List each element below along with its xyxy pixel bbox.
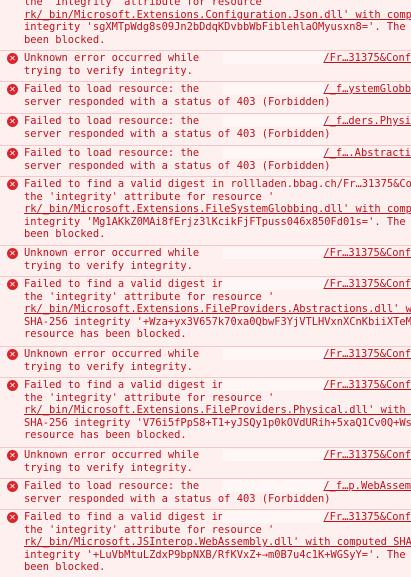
console-error-entry: ✕ Failed to find a valid digest in the 'in… (0, 276, 411, 346)
error-message-line: SHA-256 integrity 'V76i5fPpS8+T1+yJSQy1p… (24, 416, 411, 429)
error-message-line: SHA-256 integrity '+Wza+yx3V657k70xa0Qbw… (24, 315, 411, 328)
error-icon: ✕ (7, 116, 18, 127)
error-message-line: Failed to load resource: the (24, 83, 200, 95)
source-link[interactable]: /_f…ystemGlobb (323, 83, 411, 96)
console-error-entry: ✕ Failed to find a valid digest in the 'in… (0, 377, 411, 447)
redacted-area (222, 278, 326, 290)
console-error-entry: ✕ Failed to load resource: the server resp… (0, 113, 411, 145)
error-message-line: Failed to find a valid digest in (24, 379, 225, 391)
error-icon: ✕ (7, 53, 18, 64)
error-message-line: trying to verify integrity. (24, 64, 193, 77)
console-error-entry: ✕ Failed to load resource: the server resp… (0, 81, 411, 113)
error-message-line: trying to verify integrity. (24, 259, 193, 272)
error-message-line[interactable]: rk/_bin/Microsoft.Extensions.Configurati… (24, 9, 411, 22)
error-message-line: resource has been blocked. (24, 429, 187, 442)
error-message-line[interactable]: rk/_bin/Microsoft.Extensions.FileProvide… (24, 303, 411, 316)
error-message-line: server responded with a status of 403 (F… (24, 159, 331, 172)
source-link[interactable]: /Fr…31375&Conf (323, 449, 411, 462)
source-link[interactable]: /Fr…31375&Conf (323, 52, 411, 65)
error-icon: ✕ (7, 450, 18, 461)
error-message-line: server responded with a status of 403 (F… (24, 127, 331, 140)
console-error-entry: ✕ Failed to find a valid digest in the 'in… (0, 509, 411, 577)
redacted-area (222, 348, 326, 360)
error-icon: ✕ (7, 349, 18, 360)
error-message-line: resource has been blocked. (24, 328, 187, 341)
console-error-entry: ✕ Unknown error occurred while trying to v… (0, 50, 411, 81)
error-message-line: integrity 'sgXMTpWdg8s09Jn2bDdqKDvbbWbFi… (24, 21, 411, 34)
error-icon: ✕ (7, 84, 18, 95)
error-icon: ✕ (7, 248, 18, 259)
source-link[interactable]: /Fr…31375&Conf (323, 348, 411, 361)
console-error-entry: ✕ Failed to load resource: the server resp… (0, 478, 411, 509)
redacted-area (222, 480, 326, 492)
error-message-line: Failed to load resource: the (24, 480, 200, 492)
error-message-line: Failed to find a valid digest in rolllad… (24, 178, 411, 190)
source-link[interactable]: /Fr…31375&Conf (323, 247, 411, 260)
redacted-area (222, 379, 326, 391)
error-message-line: server responded with a status of 403 (F… (24, 95, 331, 108)
error-message-line: trying to verify integrity. (24, 461, 193, 474)
error-message-line: been blocked. (24, 33, 106, 46)
source-link[interactable]: /Fr…31375&Conf (323, 278, 411, 291)
error-icon: ✕ (7, 179, 18, 190)
error-message-line: trying to verify integrity. (24, 360, 193, 373)
source-link[interactable]: /_f….Abstracti (323, 147, 411, 160)
error-message-line: integrity '+LuVbMtuLZdxP9bpNXB/RfKVxZ+→m… (24, 548, 411, 561)
error-message-line: integrity 'Mg1AKkZ0MAi8fErjz3lKcikFjFTpu… (24, 215, 411, 228)
error-message-line: Failed to find a valid digest in (24, 511, 225, 523)
error-message-line: the 'integrity' attribute for resource ' (24, 523, 275, 536)
error-message-line[interactable]: rk/_bin/Microsoft.Extensions.FileSystemG… (24, 203, 411, 216)
console-panel: the 'integrity' attribute for resource rk… (0, 0, 411, 577)
redacted-area (222, 511, 326, 523)
console-error-entry: the 'integrity' attribute for resource rk… (0, 0, 411, 50)
redacted-area (222, 247, 326, 259)
error-message-line: the 'integrity' attribute for resource (24, 0, 262, 8)
error-icon: ✕ (7, 148, 18, 159)
error-message-line[interactable]: rk/_bin/Microsoft.JSInterop.WebAssembly.… (24, 536, 411, 549)
error-message-line: been blocked. (24, 561, 106, 574)
redacted-area (222, 449, 326, 461)
source-link[interactable]: /Fr…31375&Conf (323, 379, 411, 392)
error-message-line: Failed to load resource: the (24, 147, 200, 159)
error-icon: ✕ (7, 380, 18, 391)
error-message-line: Failed to find a valid digest in (24, 278, 225, 290)
redacted-area (222, 83, 326, 95)
error-icon: ✕ (7, 481, 18, 492)
redacted-area (222, 52, 326, 64)
error-message-line: the 'integrity' attribute for resource ' (24, 391, 275, 404)
error-message-line: Unknown error occurred while (24, 247, 200, 259)
error-message-line: the 'integrity' attribute for resource ' (24, 290, 275, 303)
error-message-line: Unknown error occurred while (24, 52, 200, 64)
error-message-line: Failed to load resource: the (24, 115, 200, 127)
error-icon: ✕ (7, 279, 18, 290)
error-message-line: server responded with a status of 403 (F… (24, 492, 331, 505)
error-message-line: Unknown error occurred while (24, 348, 200, 360)
console-error-entry: ✕ Failed to load resource: the server resp… (0, 145, 411, 176)
error-message-line[interactable]: rk/_bin/Microsoft.Extensions.FileProvide… (24, 404, 411, 417)
source-link[interactable]: /_f…ders.Physi (323, 115, 411, 128)
redacted-area (222, 147, 326, 159)
source-link[interactable]: /Fr…31375&Conf (323, 511, 411, 524)
console-error-entry: ✕ Failed to find a valid digest in rollla… (0, 176, 411, 245)
redacted-area (222, 115, 326, 127)
error-message-line: the 'integrity' attribute for resource ' (24, 190, 275, 203)
console-error-entry: ✕ Unknown error occurred while trying to v… (0, 245, 411, 276)
error-icon: ✕ (7, 512, 18, 523)
error-message-line: Unknown error occurred while (24, 449, 200, 461)
source-link[interactable]: /_f…p.WebAssem (323, 480, 411, 493)
console-error-entry: ✕ Unknown error occurred while trying to v… (0, 447, 411, 478)
console-error-entry: ✕ Unknown error occurred while trying to v… (0, 346, 411, 377)
error-message-line: been blocked. (24, 228, 106, 241)
